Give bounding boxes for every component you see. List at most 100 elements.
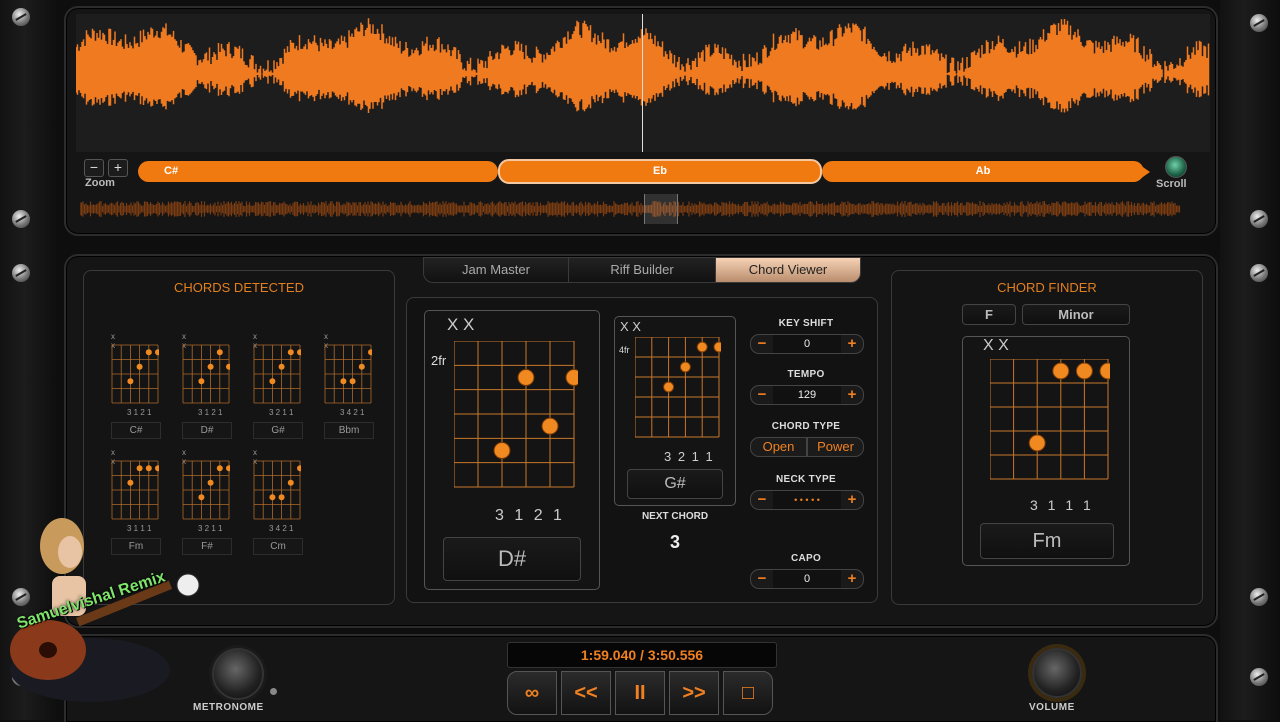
overview-viewport-handle[interactable] — [644, 194, 678, 224]
overview-waveform[interactable] — [79, 194, 1204, 224]
key-shift-value: 0 — [773, 335, 841, 353]
finger-dot-icon — [1099, 362, 1110, 380]
next-chord-fretboard — [635, 337, 721, 438]
neck-type-decrease-button[interactable]: − — [751, 491, 773, 509]
finger-dot-icon — [216, 349, 223, 356]
chord-type-label: CHORD TYPE — [771, 421, 841, 432]
stop-button[interactable]: □ — [723, 671, 773, 715]
waveform-display[interactable] — [75, 14, 1210, 152]
key-shift-label: KEY SHIFT — [778, 318, 834, 329]
finger-dot-icon — [145, 465, 152, 472]
neck-type-increase-button[interactable]: + — [841, 491, 863, 509]
detected-chord-fingers: 3 1 2 1 — [127, 408, 152, 417]
finger-dot-icon — [216, 465, 223, 472]
scroll-toggle-button[interactable] — [1165, 156, 1187, 178]
finger-dot-icon — [493, 442, 511, 459]
key-shift-decrease-button[interactable]: − — [751, 335, 773, 353]
chord-type-power-button[interactable]: Power — [807, 437, 864, 457]
screw-icon — [1250, 210, 1268, 228]
pause-button[interactable]: II — [615, 671, 665, 715]
waveform-graph — [75, 18, 1210, 114]
detected-chord-fretboard — [182, 344, 230, 404]
chord-segment-eb[interactable]: Eb — [498, 159, 822, 184]
current-chord-fingers: 3 1 2 1 — [495, 507, 562, 524]
finger-dot-icon — [198, 494, 205, 501]
neck-type-stepper: − • • • • • + — [750, 490, 864, 510]
finger-dot-icon — [368, 349, 372, 356]
screw-icon — [1250, 668, 1268, 686]
metronome-knob[interactable] — [212, 648, 264, 700]
detected-chord-fingers: 3 4 2 1 — [269, 524, 294, 533]
detected-chord-fretboard — [324, 344, 372, 404]
finger-dot-icon — [269, 494, 276, 501]
next-chord-fret-label: 4fr — [619, 345, 630, 355]
playhead-cursor[interactable] — [642, 14, 643, 152]
detected-chord-fingers: 3 1 2 1 — [198, 408, 223, 417]
screw-icon — [1250, 264, 1268, 282]
chord-finder-title: CHORD FINDER — [997, 280, 1097, 295]
finger-dot-icon — [679, 361, 691, 373]
screw-icon — [1250, 588, 1268, 606]
detected-chord-fingers: 3 4 2 1 — [340, 408, 365, 417]
chord-finder-fingers: 3 1 1 1 — [1030, 497, 1091, 513]
neck-type-label: NECK TYPE — [776, 474, 836, 485]
segment-label: Eb — [652, 165, 668, 177]
chord-segment-c-sharp[interactable]: C# — [138, 161, 498, 182]
chord-finder-quality-select[interactable]: Minor — [1022, 304, 1130, 325]
zoom-in-button[interactable]: + — [108, 159, 128, 177]
loop-button[interactable]: ∞ — [507, 671, 557, 715]
finger-dot-icon — [278, 494, 285, 501]
tempo-label: TEMPO — [787, 369, 825, 380]
fast-forward-button[interactable]: >> — [669, 671, 719, 715]
tab-chord-viewer[interactable]: Chord Viewer — [715, 257, 861, 283]
finger-dot-icon — [226, 465, 230, 472]
neck-type-value: • • • • • — [773, 491, 841, 509]
chord-type-open-button[interactable]: Open — [750, 437, 807, 457]
chord-finder-root-select[interactable]: F — [962, 304, 1016, 325]
tempo-increase-button[interactable]: + — [841, 386, 863, 404]
finger-dot-icon — [565, 369, 578, 386]
finger-dot-icon — [155, 349, 159, 356]
current-chord-diagram: X X 2fr 3 1 2 1 D# — [424, 310, 600, 590]
current-chord-mutes: X X — [447, 315, 475, 334]
finger-dot-icon — [696, 341, 708, 353]
tab-riff-builder[interactable]: Riff Builder — [568, 257, 716, 283]
screw-icon — [12, 8, 30, 26]
finger-dot-icon — [541, 417, 559, 435]
finger-dot-icon — [297, 465, 301, 472]
capo-decrease-button[interactable]: − — [751, 570, 773, 588]
key-shift-increase-button[interactable]: + — [841, 335, 863, 353]
zoom-out-button[interactable]: − — [84, 159, 104, 177]
finger-dot-icon — [287, 349, 294, 356]
finger-dot-icon — [127, 479, 134, 486]
screw-icon — [1250, 14, 1268, 32]
current-chord-name: D# — [443, 537, 581, 581]
tempo-decrease-button[interactable]: − — [751, 386, 773, 404]
next-chord-diagram: X X 4fr 3 2 1 1 G# — [614, 316, 736, 506]
tab-jam-master[interactable]: Jam Master — [423, 257, 569, 283]
rewind-button[interactable]: << — [561, 671, 611, 715]
finger-dot-icon — [1052, 362, 1070, 380]
capo-increase-button[interactable]: + — [841, 570, 863, 588]
capo-label: CAPO — [790, 553, 822, 564]
screw-icon — [12, 264, 30, 282]
tempo-value: 129 — [773, 386, 841, 404]
finger-dot-icon — [136, 465, 143, 472]
chord-finder-fretboard — [990, 359, 1110, 480]
key-shift-stepper: − 0 + — [750, 334, 864, 354]
finger-dot-icon — [713, 341, 721, 353]
next-chord-fingers: 3 2 1 1 — [664, 449, 713, 464]
detected-chord-fretboard — [111, 344, 159, 404]
next-chord-name: G# — [627, 469, 723, 499]
chord-segment-ab[interactable]: Ab — [822, 161, 1144, 182]
finger-dot-icon — [349, 378, 356, 385]
finger-dot-icon — [278, 363, 285, 370]
volume-knob[interactable] — [1032, 648, 1082, 698]
chord-finder-name: Fm — [980, 523, 1114, 559]
detected-chord-fretboard — [253, 460, 301, 520]
tempo-stepper: − 129 + — [750, 385, 864, 405]
finger-dot-icon — [207, 479, 214, 486]
detected-chord-name: C# — [111, 422, 161, 439]
finger-dot-icon — [127, 378, 134, 385]
finger-dot-icon — [340, 378, 347, 385]
